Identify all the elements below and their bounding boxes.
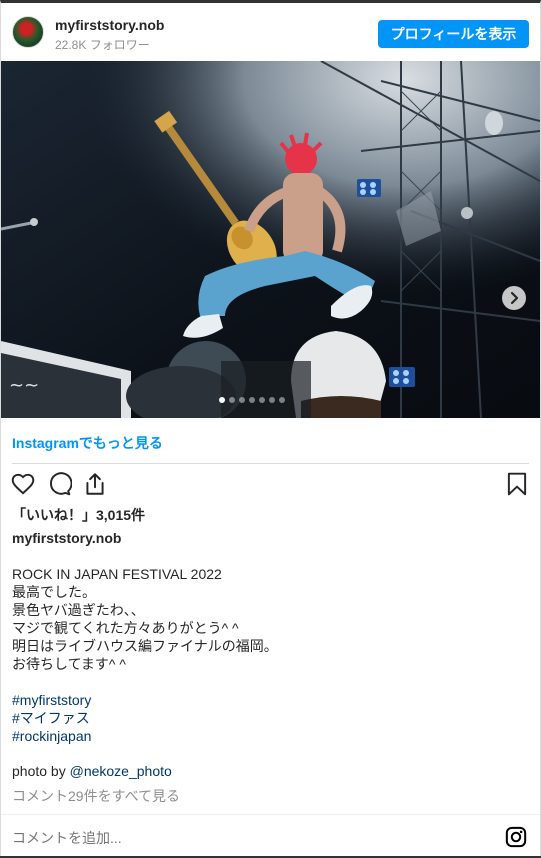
caption-line: 明日はライブハウス編ファイナルの福岡。: [12, 638, 278, 654]
post-photo[interactable]: ~~: [1, 61, 540, 418]
divider: [1, 814, 540, 815]
carousel-dot: [279, 397, 285, 403]
header-username[interactable]: myfirststory.nob: [55, 17, 164, 33]
view-all-comments-link[interactable]: コメント29件をすべて見る: [12, 786, 180, 806]
like-count[interactable]: 「いいね！」3,015件: [12, 505, 145, 525]
svg-text:~~: ~~: [9, 375, 39, 396]
caption-line: マジで観てくれた方々ありがとう^ ^: [12, 620, 239, 636]
divider: [12, 463, 529, 464]
credit-prefix: photo by: [12, 763, 70, 779]
carousel-dot: [269, 397, 275, 403]
carousel-dot: [259, 397, 265, 403]
caption-line: お待ちしてます^ ^: [12, 656, 126, 672]
caption-username[interactable]: myfirststory.nob: [12, 530, 121, 546]
view-profile-button[interactable]: プロフィールを表示: [378, 20, 529, 48]
heart-icon[interactable]: [10, 471, 36, 497]
instagram-embed: myfirststory.nob 22.8K フォロワー プロフィールを表示 ~…: [0, 0, 541, 858]
share-icon[interactable]: [82, 471, 108, 497]
next-slide-button[interactable]: [502, 286, 526, 310]
carousel-dot: [239, 397, 245, 403]
carousel-dot: [249, 397, 255, 403]
view-more-on-instagram-link[interactable]: Instagramでもっと見る: [12, 433, 163, 453]
carousel-dot: [219, 397, 225, 403]
caption-text: ROCK IN JAPAN FESTIVAL 2022 最高でした。 景色ヤバ過…: [12, 565, 278, 673]
comment-icon[interactable]: [46, 471, 72, 497]
credit-mention-link[interactable]: @nekoze_photo: [70, 763, 172, 779]
hashtag-link[interactable]: #rockinjapan: [12, 727, 91, 745]
bookmark-icon[interactable]: [504, 471, 530, 497]
follower-count: 22.8K フォロワー: [55, 38, 150, 52]
caption-line: 景色ヤバ過ぎたわ、、: [12, 602, 145, 618]
chevron-right-icon: [510, 291, 519, 305]
post-header: myfirststory.nob 22.8K フォロワー プロフィールを表示: [1, 3, 540, 61]
avatar[interactable]: [12, 16, 44, 48]
hashtag-link[interactable]: #myfirststory: [12, 691, 91, 709]
instagram-logo-icon[interactable]: [505, 826, 527, 848]
caption-line: ROCK IN JAPAN FESTIVAL 2022: [12, 566, 222, 582]
add-comment-input[interactable]: [12, 829, 482, 847]
hashtag-link[interactable]: #マイファス: [12, 709, 91, 727]
caption-line: 最高でした。: [12, 584, 96, 600]
photo-credit: photo by @nekoze_photo: [12, 763, 172, 779]
carousel-indicator: [219, 397, 285, 403]
concert-photo: ~~: [1, 61, 540, 418]
hashtag-list: #myfirststory #マイファス #rockinjapan: [12, 691, 91, 745]
carousel-dot: [229, 397, 235, 403]
